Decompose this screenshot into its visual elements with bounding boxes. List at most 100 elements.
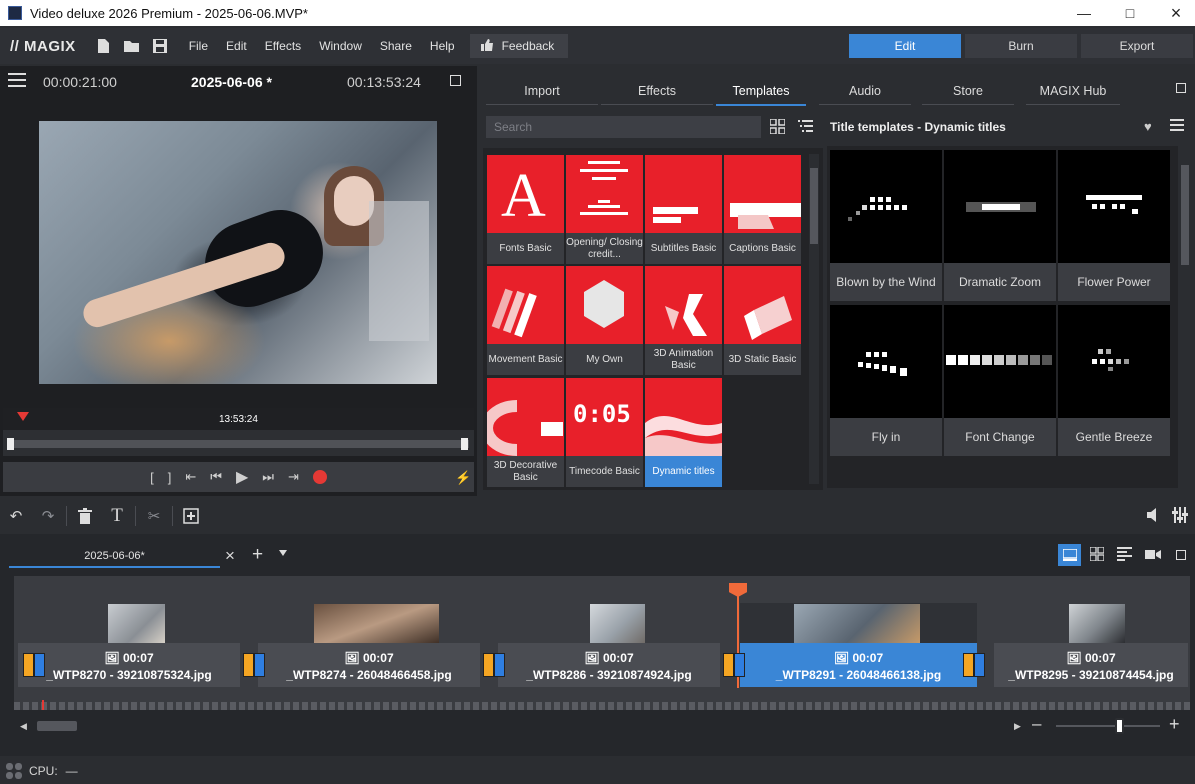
zoom-in-icon[interactable]: + xyxy=(1169,714,1180,735)
volume-icon[interactable] xyxy=(1146,507,1160,526)
category-3d-animation-basic[interactable]: 3D Animation Basic xyxy=(645,266,722,375)
category-opening-closing-credits[interactable]: Opening/ Closing credit... xyxy=(566,155,643,264)
transition-marker[interactable] xyxy=(23,653,45,677)
zoom-slider[interactable] xyxy=(1056,725,1160,727)
tracks-view-icon[interactable] xyxy=(1117,547,1132,564)
timeline-clip-3[interactable]: 🖼 00:07 _WTP8286 - 39210874924.jpg xyxy=(498,643,720,687)
maximize-button[interactable]: □ xyxy=(1107,0,1153,26)
transition-marker[interactable] xyxy=(483,653,505,677)
favorite-heart-icon[interactable]: ♥ xyxy=(1144,119,1152,134)
range-end-handle[interactable] xyxy=(461,438,468,450)
template-scrollbar[interactable] xyxy=(1180,151,1190,486)
template-gentle-breeze[interactable]: Gentle Breeze xyxy=(1058,305,1170,456)
save-icon[interactable] xyxy=(151,37,169,55)
menu-effects[interactable]: Effects xyxy=(265,39,301,53)
category-my-own[interactable]: My Own xyxy=(566,266,643,375)
camera-icon[interactable] xyxy=(1145,547,1161,564)
menu-share[interactable]: Share xyxy=(380,39,412,53)
menu-window[interactable]: Window xyxy=(319,39,362,53)
skip-forward-icon[interactable]: ⏭ xyxy=(262,469,274,485)
category-captions-basic[interactable]: Captions Basic xyxy=(724,155,801,264)
menu-file[interactable]: File xyxy=(189,39,208,53)
category-dynamic-titles[interactable]: Dynamic titles xyxy=(645,378,722,487)
new-file-icon[interactable] xyxy=(95,37,113,55)
zoom-slider-handle[interactable] xyxy=(1115,718,1124,734)
category-fonts-basic[interactable]: A Fonts Basic xyxy=(487,155,564,264)
mixer-icon[interactable] xyxy=(1172,507,1188,526)
transition-marker[interactable] xyxy=(723,653,745,677)
menu-help[interactable]: Help xyxy=(430,39,455,53)
search-input[interactable]: Search xyxy=(486,116,761,138)
timeline-clip-4[interactable]: 🖼 00:07 _WTP8291 - 26048466138.jpg xyxy=(740,643,977,687)
go-to-in-icon[interactable]: ⇤ xyxy=(185,469,196,485)
timeline-horizontal-scrollbar[interactable] xyxy=(37,721,77,731)
mode-burn-button[interactable]: Burn xyxy=(965,34,1077,58)
playhead-marker[interactable] xyxy=(17,412,29,421)
scrub-area[interactable]: 13:53:24 xyxy=(3,408,474,456)
timeline-clip-5[interactable]: 🖼 00:07 _WTP8295 - 39210874454.jpg xyxy=(994,643,1188,687)
tab-magix-hub[interactable]: MAGIX Hub xyxy=(1026,84,1120,105)
tab-dropdown-icon[interactable] xyxy=(279,550,287,556)
template-dramatic-zoom[interactable]: Dramatic Zoom xyxy=(944,150,1056,301)
tab-effects[interactable]: Effects xyxy=(601,84,713,105)
template-flower-power[interactable]: Flower Power xyxy=(1058,150,1170,301)
zoom-out-icon[interactable]: – xyxy=(1032,714,1041,734)
undo-icon[interactable]: ↶ xyxy=(6,506,26,526)
template-blown-by-the-wind[interactable]: Blown by the Wind xyxy=(830,150,942,301)
maximize-preview-icon[interactable] xyxy=(450,75,461,86)
transition-marker[interactable] xyxy=(243,653,265,677)
mark-out-button[interactable]: ] xyxy=(168,470,172,485)
cpu-grid-icon xyxy=(6,763,22,779)
grid-timeline-view-icon[interactable] xyxy=(1089,546,1105,564)
add-tab-icon[interactable]: + xyxy=(252,544,263,566)
template-font-change[interactable]: Font Change xyxy=(944,305,1056,456)
menu-edit[interactable]: Edit xyxy=(226,39,247,53)
tab-store[interactable]: Store xyxy=(922,84,1014,105)
mode-edit-button[interactable]: Edit xyxy=(849,34,961,58)
close-window-button[interactable]: × xyxy=(1153,0,1195,26)
maximize-pool-icon[interactable] xyxy=(1176,83,1186,93)
feedback-button[interactable]: Feedback xyxy=(469,34,569,58)
close-tab-icon[interactable]: × xyxy=(225,546,235,566)
record-icon[interactable] xyxy=(312,470,327,484)
grid-view-icon[interactable] xyxy=(769,118,786,137)
category-3d-static-basic[interactable]: 3D Static Basic xyxy=(724,266,801,375)
scroll-left-icon[interactable]: ◀ xyxy=(20,721,27,732)
skip-back-icon[interactable]: ⏮ xyxy=(210,469,222,485)
category-3d-decorative-basic[interactable]: 3D Decorative Basic xyxy=(487,378,564,487)
timeline-clip-1[interactable]: 🖼 00:07 _WTP8270 - 39210875324.jpg xyxy=(18,643,240,687)
open-folder-icon[interactable] xyxy=(123,37,141,55)
redo-icon[interactable]: ↷ xyxy=(38,506,58,526)
template-menu-icon[interactable] xyxy=(1170,119,1184,135)
category-timecode-basic[interactable]: 0:05 Timecode Basic xyxy=(566,378,643,487)
timeline-overview-strip[interactable] xyxy=(14,702,1190,710)
list-view-icon[interactable] xyxy=(798,119,813,137)
category-scrollbar[interactable] xyxy=(809,154,819,484)
insert-add-icon[interactable] xyxy=(181,506,201,526)
range-start-handle[interactable] xyxy=(7,438,14,450)
transition-marker[interactable] xyxy=(963,653,985,677)
maximize-timeline-icon[interactable] xyxy=(1176,550,1186,560)
range-slider[interactable] xyxy=(7,440,469,448)
mark-in-button[interactable]: [ xyxy=(150,470,154,485)
timeline-clip-2[interactable]: 🖼 00:07 _WTP8274 - 26048466458.jpg xyxy=(258,643,480,687)
hamburger-menu-icon[interactable] xyxy=(8,72,26,91)
timeline-tab[interactable]: 2025-06-06* xyxy=(9,544,220,568)
minimize-button[interactable]: — xyxy=(1061,0,1107,26)
scroll-right-icon[interactable]: ▶ xyxy=(1014,721,1021,732)
tab-templates[interactable]: Templates xyxy=(716,84,806,106)
tab-import[interactable]: Import xyxy=(486,84,598,105)
go-to-out-icon[interactable]: ⇥ xyxy=(288,469,299,485)
mode-export-button[interactable]: Export xyxy=(1081,34,1193,58)
lightning-icon[interactable]: ⚡ xyxy=(455,470,471,486)
category-movement-basic[interactable]: Movement Basic xyxy=(487,266,564,375)
storyboard-view-icon[interactable] xyxy=(1058,544,1081,566)
tab-audio[interactable]: Audio xyxy=(819,84,911,105)
video-preview-frame[interactable] xyxy=(39,121,437,384)
play-icon[interactable]: ▶ xyxy=(236,467,248,487)
text-title-icon[interactable]: T xyxy=(107,505,127,526)
category-subtitles-basic[interactable]: Subtitles Basic xyxy=(645,155,722,264)
delete-icon[interactable] xyxy=(75,506,95,526)
split-cut-icon[interactable]: ✂ xyxy=(144,506,164,526)
template-fly-in[interactable]: Fly in xyxy=(830,305,942,456)
